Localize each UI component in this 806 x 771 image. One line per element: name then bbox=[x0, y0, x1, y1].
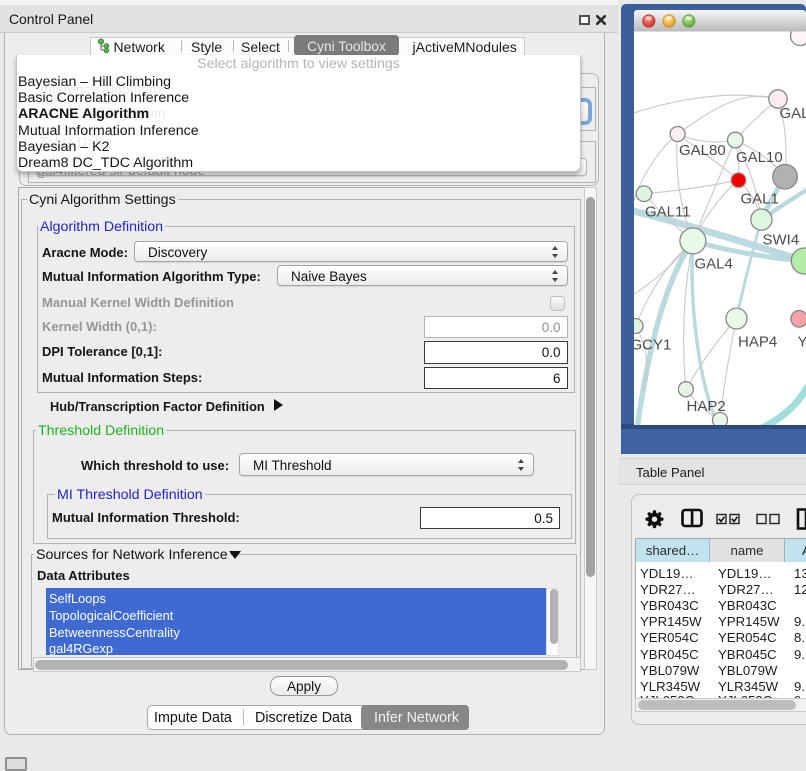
svg-text:GAL2: GAL2 bbox=[780, 105, 806, 122]
svg-text:GCY1: GCY1 bbox=[631, 337, 672, 354]
svg-text:HAP2: HAP2 bbox=[687, 398, 726, 415]
svg-text:GAL1: GAL1 bbox=[741, 191, 779, 208]
svg-text:GAL10: GAL10 bbox=[736, 149, 783, 166]
svg-text:GAL4: GAL4 bbox=[695, 256, 733, 273]
svg-text:SWI4: SWI4 bbox=[763, 232, 800, 249]
svg-text:HAP4: HAP4 bbox=[738, 334, 777, 351]
svg-text:GAL11: GAL11 bbox=[645, 204, 691, 221]
svg-text:Y: Y bbox=[798, 334, 806, 351]
svg-text:GAL80: GAL80 bbox=[679, 142, 726, 159]
